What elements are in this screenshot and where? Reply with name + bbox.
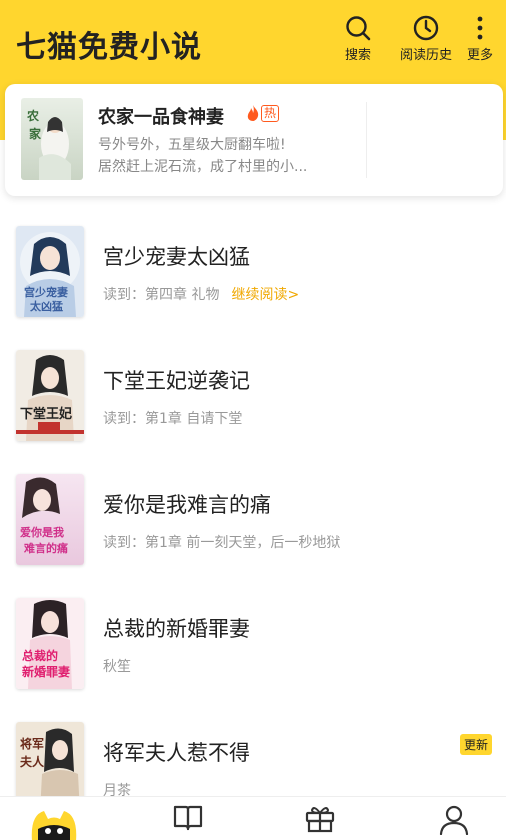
book-open-icon (173, 805, 203, 831)
gift-icon (305, 807, 335, 833)
more-button[interactable]: 更多 (466, 14, 494, 63)
reading-history-label: 阅读历史 (400, 48, 453, 63)
svg-text:新婚罪妻: 新婚罪妻 (22, 664, 70, 679)
reading-history-button[interactable]: 阅读历史 (400, 14, 452, 63)
user-icon (439, 805, 469, 836)
svg-text:夫人: 夫人 (19, 754, 45, 769)
book-progress: 读到：第1章 自请下堂 (103, 411, 243, 427)
book-title: 总裁的新婚罪妻 (103, 617, 250, 641)
svg-text:将军: 将军 (20, 736, 44, 751)
featured-divider (366, 102, 367, 178)
featured-book-description: 号外号外，五星级大厨翻车啦! 居然赶上泥石流，成了村里的小... (98, 134, 348, 178)
featured-book-title: 农家一品食神妻 (98, 107, 224, 128)
bottom-nav (0, 796, 506, 840)
search-button[interactable]: 搜索 (344, 14, 372, 63)
search-label: 搜索 (344, 48, 371, 63)
svg-text:爱你是我: 爱你是我 (20, 525, 64, 539)
hot-badge-label: 热 (261, 104, 280, 122)
svg-text:宫少宠妻: 宫少宠妻 (24, 285, 68, 299)
svg-text:太凶猛: 太凶猛 (29, 299, 63, 313)
more-vertical-icon (477, 16, 483, 40)
book-cover: 爱你是我 难言的痛 (16, 474, 84, 565)
featured-desc-line-2: 居然赶上泥石流，成了村里的小... (98, 159, 308, 175)
book-author: 秋笙 (103, 659, 131, 675)
book-cover: 总裁的 新婚罪妻 (16, 598, 84, 689)
featured-book-cover: 农 家 (21, 98, 83, 180)
book-title: 将军夫人惹不得 (103, 741, 250, 765)
nav-home[interactable] (28, 807, 80, 840)
nav-profile[interactable] (438, 803, 470, 839)
book-cover: 宫少宠妻 太凶猛 (16, 226, 84, 317)
book-title: 宫少宠妻太凶猛 (103, 245, 250, 269)
svg-text:总裁的: 总裁的 (22, 648, 58, 663)
svg-text:家: 家 (29, 126, 42, 141)
nav-welfare[interactable] (304, 803, 336, 837)
app-title: 七猫免费小说 (16, 30, 202, 65)
svg-text:难言的痛: 难言的痛 (23, 541, 68, 555)
book-item[interactable]: 总裁的 新婚罪妻 总裁的新婚罪妻 秋笙 (0, 598, 506, 722)
book-progress: 读到：第1章 前一刻天堂，后一秒地狱 (103, 535, 341, 551)
app-screen: 七猫免费小说 搜索 阅读历史 更多 农 家 农家一品食神妻 热 号外号外，五星级… (0, 0, 506, 840)
flame-icon (247, 105, 259, 121)
book-title: 下堂王妃逆袭记 (103, 369, 250, 393)
nav-bookshelf[interactable] (172, 803, 204, 835)
clock-icon (413, 15, 439, 41)
search-icon (346, 16, 371, 41)
book-item[interactable]: 下堂王妃 下堂王妃逆袭记 读到：第1章 自请下堂 (0, 350, 506, 474)
continue-reading-link[interactable]: 继续阅读> (231, 287, 299, 303)
cat-logo-icon (31, 811, 77, 840)
book-item[interactable]: 宫少宠妻 太凶猛 宫少宠妻太凶猛 读到：第四章 礼物 继续阅读> (0, 226, 506, 350)
book-title: 爱你是我难言的痛 (103, 493, 271, 517)
book-progress-text: 读到：第四章 礼物 (103, 287, 220, 303)
more-label: 更多 (466, 48, 493, 63)
book-item[interactable]: 爱你是我 难言的痛 爱你是我难言的痛 读到：第1章 前一刻天堂，后一秒地狱 (0, 474, 506, 598)
svg-text:下堂王妃: 下堂王妃 (20, 406, 72, 422)
svg-text:农: 农 (26, 108, 39, 123)
update-badge: 更新 (459, 734, 492, 755)
featured-book-card[interactable]: 农 家 农家一品食神妻 热 号外号外，五星级大厨翻车啦! 居然赶上泥石流，成了村… (5, 84, 503, 196)
book-cover: 下堂王妃 (16, 350, 84, 441)
hot-badge: 热 (246, 104, 280, 122)
featured-desc-line-1: 号外号外，五星级大厨翻车啦! (98, 137, 286, 153)
book-progress: 读到：第四章 礼物 继续阅读> (103, 284, 299, 304)
